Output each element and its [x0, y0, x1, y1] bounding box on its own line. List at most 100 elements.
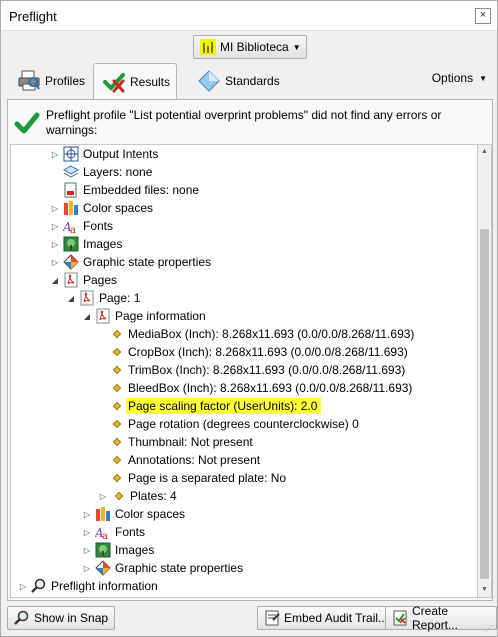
tree-item-page-graphic-state[interactable]: ▷ Graphic state properties — [81, 559, 243, 577]
tree-item-page-1[interactable]: ◢ Page: 1 — [65, 289, 140, 307]
tab-results[interactable]: Results — [93, 63, 177, 100]
tree-item-page-fonts[interactable]: ▷ Aa Fonts — [81, 523, 145, 542]
options-label: Options — [431, 71, 474, 85]
tree-item-images[interactable]: ▷ Images — [49, 235, 122, 253]
bullet-icon — [112, 401, 122, 411]
tree-item-label: Page rotation (degrees counterclockwise)… — [128, 417, 359, 431]
tree-item-fonts[interactable]: ▷ Aa Fonts — [49, 217, 113, 236]
scrollbar-thumb[interactable] — [480, 229, 489, 579]
tree-item-cropbox[interactable]: CropBox (Inch): 8.268x11.693 (0.0/0.0/8.… — [109, 343, 408, 361]
results-icon — [102, 70, 126, 94]
results-pane: Preflight profile "List potential overpr… — [7, 99, 493, 601]
preflight-window: Preflight × MI Biblioteca ▼ Profiles Res… — [0, 0, 498, 637]
tree-item-label: Preflight information — [51, 579, 158, 593]
resize-grip-icon[interactable]: ⋰ — [485, 624, 495, 634]
expand-arrow-icon[interactable]: ▷ — [49, 258, 61, 267]
tree-item-pages[interactable]: ◢ Pages — [49, 271, 117, 289]
pdf-page-icon — [63, 272, 79, 288]
tree-item-label: Annotations: Not present — [128, 453, 261, 467]
tree-item-label: Color spaces — [83, 201, 154, 215]
magnifier-icon — [31, 578, 47, 594]
tree-item-page-information[interactable]: ◢ Page information — [81, 307, 206, 325]
tree-item-thumbnail[interactable]: Thumbnail: Not present — [109, 433, 253, 451]
highlighted-label: Page scaling factor (UserUnits): 2.0 — [126, 398, 322, 414]
tree-item-page-rotation[interactable]: Page rotation (degrees counterclockwise)… — [109, 415, 359, 433]
bullet-icon — [112, 329, 122, 339]
expand-arrow-icon[interactable]: ▷ — [81, 528, 93, 537]
scroll-up-icon[interactable]: ▲ — [480, 147, 489, 157]
tab-standards-label: Standards — [225, 74, 280, 88]
tree-item-label: Page is a separated plate: No — [128, 471, 287, 485]
tree-item-label: Images — [83, 237, 123, 251]
results-tree[interactable]: ▷ Output Intents Layers: none Embedded f… — [10, 144, 478, 598]
tree-item-label: BleedBox (Inch): 8.268x11.693 (0.0/0.0/8… — [128, 381, 413, 395]
create-report-label: Create Report... — [412, 604, 459, 632]
tab-profiles[interactable]: Profiles — [9, 63, 93, 99]
bullet-icon — [112, 437, 122, 447]
profiles-icon — [17, 69, 41, 93]
tree-item-annotations[interactable]: Annotations: Not present — [109, 451, 260, 469]
expand-arrow-icon[interactable]: ▷ — [97, 492, 109, 501]
checkmark-icon — [14, 110, 40, 136]
svg-text:a: a — [70, 225, 76, 234]
expand-arrow-icon[interactable]: ▷ — [49, 150, 61, 159]
collapse-arrow-icon[interactable]: ◢ — [65, 294, 77, 303]
expand-arrow-icon[interactable]: ▷ — [49, 240, 61, 249]
bullet-icon — [114, 491, 124, 501]
tree-item-mediabox[interactable]: MediaBox (Inch): 8.268x11.693 (0.0/0.0/8… — [109, 325, 414, 343]
expand-arrow-icon[interactable]: ▷ — [81, 564, 93, 573]
tree-item-label: Graphic state properties — [115, 561, 244, 575]
pdf-page-icon — [95, 308, 111, 324]
collapse-arrow-icon[interactable]: ◢ — [49, 276, 61, 285]
standards-icon — [197, 69, 221, 93]
expand-arrow-icon[interactable]: ▷ — [49, 204, 61, 213]
library-dropdown[interactable]: MI Biblioteca ▼ — [193, 35, 307, 59]
embed-audit-trail-button[interactable]: Embed Audit Trail... — [257, 606, 396, 630]
tree-item-trimbox[interactable]: TrimBox (Inch): 8.268x11.693 (0.0/0.0/8.… — [109, 361, 405, 379]
tree-item-label: MediaBox (Inch): 8.268x11.693 (0.0/0.0/8… — [128, 327, 415, 341]
tab-bar: Profiles Results Standards — [1, 63, 497, 100]
bullet-icon — [112, 455, 122, 465]
tree-item-preflight-information[interactable]: ▷ Preflight information — [17, 577, 158, 595]
tree-item-label: Page: 1 — [99, 291, 141, 305]
tab-standards[interactable]: Standards — [189, 63, 288, 99]
graphic-state-icon — [95, 560, 111, 576]
scroll-down-icon[interactable]: ▼ — [480, 585, 489, 595]
expand-arrow-icon[interactable]: ▷ — [81, 510, 93, 519]
tree-item-page-scaling[interactable]: Page scaling factor (UserUnits): 2.0 — [109, 397, 322, 415]
fonts-icon: Aa — [62, 218, 79, 236]
tab-results-label: Results — [130, 75, 171, 89]
tree-item-layers[interactable]: Layers: none — [49, 163, 152, 181]
bullet-icon — [112, 473, 122, 483]
tree-item-label: Layers: none — [83, 165, 153, 179]
tree-item-separated-plate[interactable]: Page is a separated plate: No — [109, 469, 286, 487]
tree-item-label: Images — [115, 543, 155, 557]
embedded-file-icon — [63, 182, 79, 198]
show-in-snap-button[interactable]: Show in Snap — [7, 606, 116, 630]
expand-arrow-icon[interactable]: ▷ — [49, 222, 61, 231]
tree-item-bleedbox[interactable]: BleedBox (Inch): 8.268x11.693 (0.0/0.0/8… — [109, 379, 412, 397]
tree-scrollbar[interactable]: ▲ ▼ — [478, 144, 492, 598]
bullet-icon — [112, 365, 122, 375]
tree-item-plates[interactable]: ▷ Plates: 4 — [97, 487, 177, 505]
close-button[interactable]: × — [475, 8, 491, 24]
show-in-snap-label: Show in Snap — [34, 611, 109, 625]
collapse-arrow-icon[interactable]: ◢ — [81, 312, 93, 321]
expand-arrow-icon[interactable]: ▷ — [81, 546, 93, 555]
tree-item-output-intents[interactable]: ▷ Output Intents — [49, 145, 158, 163]
tree-item-label: Pages — [83, 273, 118, 287]
tree-item-graphic-state[interactable]: ▷ Graphic state properties — [49, 253, 211, 271]
tree-item-label: Graphic state properties — [83, 255, 212, 269]
tree-item-label: Page information — [115, 309, 206, 323]
bullet-icon — [112, 383, 122, 393]
options-button[interactable]: Options ▼ — [432, 71, 487, 85]
tree-item-page-images[interactable]: ▷ Images — [81, 541, 154, 559]
tree-item-label: Plates: 4 — [130, 489, 177, 503]
tree-item-page-color-spaces[interactable]: ▷ Color spaces — [81, 505, 185, 523]
tree-item-color-spaces[interactable]: ▷ Color spaces — [49, 199, 153, 217]
create-report-button[interactable]: Create Report... — [385, 604, 497, 632]
output-intents-icon — [63, 146, 79, 162]
fonts-icon: Aa — [94, 524, 111, 542]
expand-arrow-icon[interactable]: ▷ — [17, 582, 29, 591]
tree-item-embedded-files[interactable]: Embedded files: none — [49, 181, 199, 199]
